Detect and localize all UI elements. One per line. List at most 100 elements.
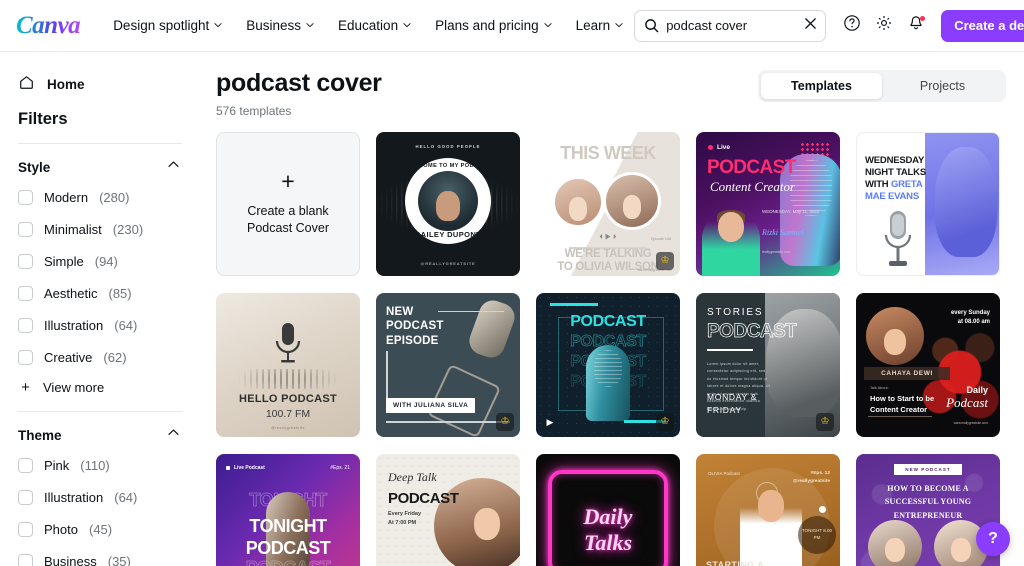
card-line-2: PODCAST [386,320,444,333]
host-name-bar: CAHAYA DEWI [864,366,950,380]
guest-photo-2 [603,171,661,230]
results-heading-block: podcast cover 576 templates [216,69,382,117]
filter-label: Photo [44,522,78,537]
filter-option-theme-illustration[interactable]: Illustration (64) [16,490,184,505]
nav-item-business[interactable]: Business [235,11,325,40]
filter-label: Minimalist [44,222,102,237]
live-badge: Live Podcast [226,465,265,471]
card-ring-bottom-text: BAILEY DUPONT [414,229,482,239]
chevron-up-icon[interactable] [167,426,180,444]
help-fab-button[interactable]: ? [976,522,1010,556]
card-line-1: WEDNESDAY [865,154,925,166]
live-label: Live Podcast [234,464,265,471]
template-card[interactable]: THIS WEEK ⏴ ▶ ⏵ Episode 048 WE'RE TALKIN… [536,131,680,276]
nav-item-design-spotlight[interactable]: Design spotlight [102,11,233,40]
filter-option-pink[interactable]: Pink (110) [16,458,184,473]
filter-option-business[interactable]: Business (35) [16,554,184,566]
checkbox[interactable] [18,554,33,566]
checkbox[interactable] [18,286,33,301]
host-photo [418,170,478,231]
filters-title: Filters [18,110,68,128]
chevron-down-icon [214,21,222,29]
card-talk-label: Talk About: [870,385,889,390]
notifications-button[interactable] [901,11,931,41]
template-card[interactable]: Daily Talks [536,453,680,566]
search-input[interactable]: podcast cover [666,18,797,33]
nav-label: Learn [575,18,611,33]
create-a-design-button[interactable]: Create a design [941,9,1024,42]
card-line-2: Talks [583,529,633,555]
search-box[interactable]: podcast cover [634,9,827,42]
filter-label: Simple [44,254,84,269]
host-photo [740,481,802,566]
bottom-rule [386,421,510,423]
checkbox[interactable] [18,254,33,269]
template-card[interactable]: STORIES PODCAST Lorem ipsum dolor sit am… [696,292,840,437]
play-icon[interactable]: ▶ [543,416,557,430]
checkbox[interactable] [18,318,33,333]
view-more-label: View more [43,380,105,395]
template-card[interactable]: OLIVIA Podcast #Eps. 12 @reallygreatsite… [696,453,840,566]
live-dot [708,144,713,150]
template-card[interactable]: every Sunday at 08.00 am CAHAYA DEWI Tal… [856,292,1000,437]
template-card[interactable]: TONIGHT Live Podcast #Eps. 21 TONIGHT PO… [216,453,360,566]
chevron-up-icon[interactable] [167,158,180,176]
live-square [226,465,230,470]
view-more-style-button[interactable]: + View more [16,380,184,395]
template-card[interactable]: NEW PODCAST EPISODE WITH JULIANA SILVA ♔ [376,292,520,437]
pro-crown-icon: ♔ [816,412,834,431]
template-card[interactable]: WEDNESDAY NIGHT TALKS WITH GRETA MAE EVA… [856,131,1000,276]
template-card[interactable]: HELLO PODCAST 100.7 FM @reallygreatsite [216,292,360,437]
nav-label: Plans and pricing [435,18,539,33]
tab-templates[interactable]: Templates [761,73,882,99]
question-circle-icon [843,14,861,37]
filter-group-style-header[interactable]: Style [16,158,184,176]
filter-option-modern[interactable]: Modern (280) [16,190,184,205]
host-name: CAHAYA DEWI [881,369,933,377]
checkbox[interactable] [18,522,33,537]
nav-item-plans-and-pricing[interactable]: Plans and pricing [424,11,563,40]
title-outline: CAST [746,320,797,342]
checkbox[interactable] [18,222,33,237]
filter-option-aesthetic[interactable]: Aesthetic (85) [16,286,184,301]
checkbox[interactable] [18,458,33,473]
filter-option-creative[interactable]: Creative (62) [16,350,184,365]
sidebar-divider [18,143,182,144]
checkbox[interactable] [18,490,33,505]
nav-label: Design spotlight [113,18,210,33]
filters-sidebar: Home Filters Style Modern (280) Minimali… [0,52,200,566]
create-blank-card[interactable]: + Create a blank Podcast Cover [216,131,360,276]
checkbox[interactable] [18,350,33,365]
card-url: www.reallygreatsite.com [953,420,988,425]
nav-item-education[interactable]: Education [327,11,422,40]
card-schedule: every Sunday at 08.00 am [950,309,990,326]
sidebar-item-home[interactable]: Home [16,70,184,98]
settings-button[interactable] [869,11,899,41]
results-header: podcast cover 576 templates Templates Pr… [216,69,1006,118]
nav-label: Education [338,18,399,33]
nav-item-learn[interactable]: Learn [565,11,635,40]
filter-group-theme-header[interactable]: Theme [16,426,184,444]
filter-option-minimalist[interactable]: Minimalist (230) [16,222,184,237]
template-card[interactable]: Live PODCAST Content Creator WEDNESDAY, … [696,131,840,276]
template-card[interactable]: Deep Talk PODCAST Every Friday At 7:00 P… [376,453,520,566]
template-grid: + Create a blank Podcast Cover HELLO GOO… [216,131,1006,566]
help-button[interactable] [837,11,867,41]
card-kicker: STORIES [707,306,764,318]
tab-projects[interactable]: Projects [882,73,1003,99]
filter-count: (94) [94,254,118,269]
filter-count: (35) [107,554,131,566]
guest-photo-1 [552,175,604,228]
close-icon[interactable] [804,17,817,35]
card-ring-top-text: WELCOME TO MY PODCAST [405,162,491,169]
template-card[interactable]: HELLO GOOD PEOPLE WELCOME TO MY PODCAST … [376,131,520,276]
create-blank-label: Create a blank Podcast Cover [247,204,329,235]
checkbox[interactable] [18,190,33,205]
template-card[interactable]: PODCAST PODCAST PODCAST PODCAST ▶ ♔ [536,292,680,437]
host-figure [702,209,760,276]
filter-option-photo[interactable]: Photo (45) [16,522,184,537]
canva-logo[interactable]: Canva [16,12,81,40]
filter-option-illustration[interactable]: Illustration (64) [16,318,184,333]
portrait-art [935,146,997,257]
filter-option-simple[interactable]: Simple (94) [16,254,184,269]
